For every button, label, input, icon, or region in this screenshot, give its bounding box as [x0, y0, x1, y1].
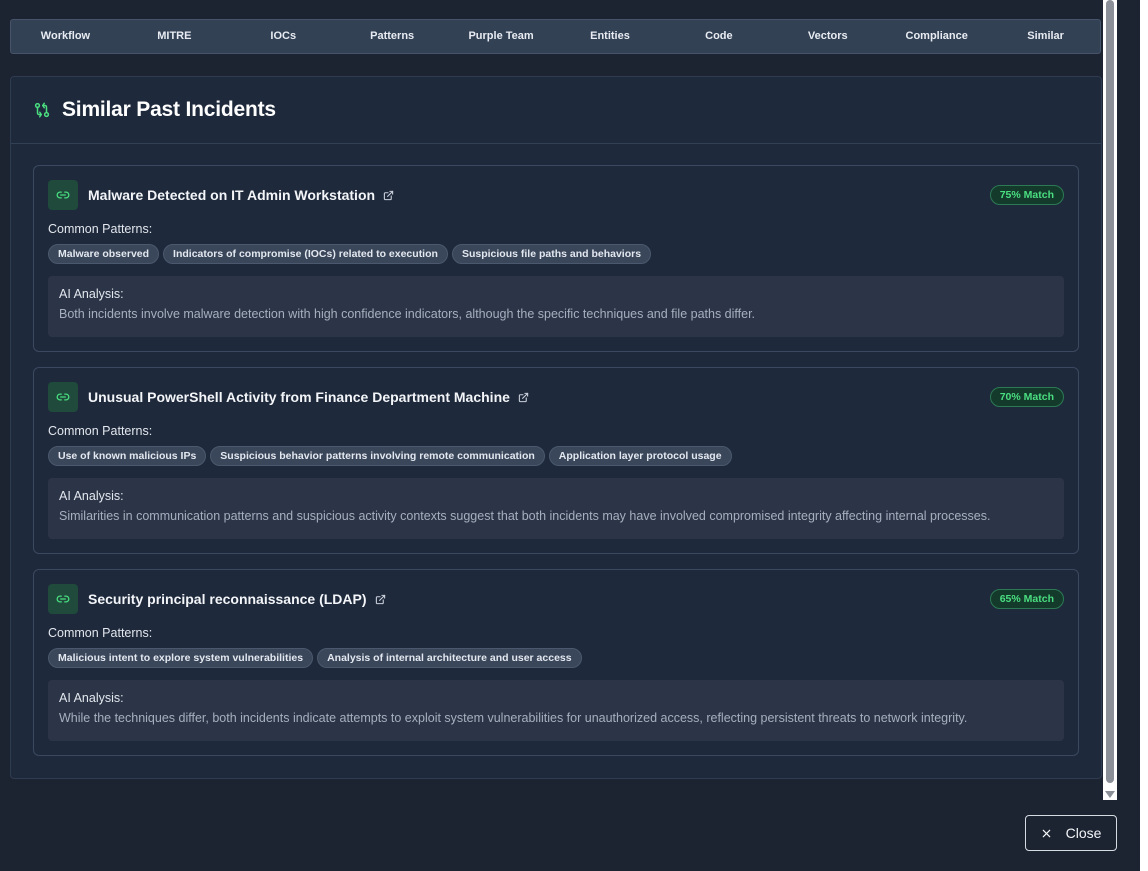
common-patterns-label: Common Patterns: — [48, 222, 153, 236]
tab-entities[interactable]: Entities — [556, 19, 665, 54]
pattern-tags: Malicious intent to explore system vulne… — [48, 648, 582, 668]
incident-card: Security principal reconnaissance (LDAP)… — [33, 569, 1079, 756]
panel-title: Similar Past Incidents — [62, 98, 276, 121]
ai-analysis-text: Both incidents involve malware detection… — [59, 307, 756, 321]
pattern-tag: Application layer protocol usage — [548, 446, 732, 466]
tab-similar[interactable]: Similar — [991, 19, 1100, 54]
incident-card: Malware Detected on IT Admin Workstation… — [33, 165, 1079, 352]
common-patterns-label: Common Patterns: — [48, 626, 153, 640]
external-link-icon[interactable] — [518, 392, 529, 403]
scrollbar-thumb[interactable] — [1106, 0, 1114, 783]
git-compare-icon — [33, 101, 51, 119]
pattern-tag: Suspicious behavior patterns involving r… — [210, 446, 545, 466]
tab-bar: Workflow MITRE IOCs Patterns Purple Team… — [10, 19, 1101, 54]
close-button[interactable]: Close — [1025, 815, 1117, 851]
tab-workflow[interactable]: Workflow — [11, 19, 120, 54]
tab-code[interactable]: Code — [664, 19, 773, 54]
pattern-tag: Suspicious file paths and behaviors — [451, 244, 652, 264]
incident-card: Unusual PowerShell Activity from Finance… — [33, 367, 1079, 554]
incident-title[interactable]: Security principal reconnaissance (LDAP) — [88, 591, 367, 607]
ai-analysis-label: AI Analysis: — [59, 691, 124, 705]
ai-analysis-text: While the techniques differ, both incide… — [59, 711, 968, 725]
link-icon — [48, 180, 78, 210]
pattern-tags: Use of known malicious IPs Suspicious be… — [48, 446, 732, 466]
window-edge — [1140, 0, 1148, 871]
ai-analysis-label: AI Analysis: — [59, 489, 124, 503]
pattern-tag: Malicious intent to explore system vulne… — [48, 648, 314, 668]
link-icon — [48, 382, 78, 412]
ai-analysis-label: AI Analysis: — [59, 287, 124, 301]
match-badge: 75% Match — [989, 185, 1064, 205]
pattern-tag: Use of known malicious IPs — [48, 446, 207, 466]
incident-title[interactable]: Unusual PowerShell Activity from Finance… — [88, 389, 510, 405]
external-link-icon[interactable] — [383, 190, 394, 201]
tab-iocs[interactable]: IOCs — [229, 19, 338, 54]
scrollbar[interactable] — [1103, 0, 1117, 800]
tab-mitre[interactable]: MITRE — [120, 19, 229, 54]
common-patterns-label: Common Patterns: — [48, 424, 153, 438]
pattern-tag: Malware observed — [48, 244, 160, 264]
ai-analysis-text: Similarities in communication patterns a… — [59, 509, 991, 523]
link-icon — [48, 584, 78, 614]
match-badge: 65% Match — [989, 589, 1064, 609]
tab-purple-team[interactable]: Purple Team — [447, 19, 556, 54]
ai-analysis: AI Analysis: Similarities in communicati… — [48, 478, 1064, 539]
pattern-tag: Indicators of compromise (IOCs) related … — [163, 244, 448, 264]
external-link-icon[interactable] — [375, 594, 386, 605]
ai-analysis: AI Analysis: Both incidents involve malw… — [48, 276, 1064, 337]
pattern-tag: Analysis of internal architecture and us… — [317, 648, 582, 668]
pattern-tags: Malware observed Indicators of compromis… — [48, 244, 652, 264]
close-icon — [1041, 828, 1052, 839]
ai-analysis: AI Analysis: While the techniques differ… — [48, 680, 1064, 741]
tab-compliance[interactable]: Compliance — [882, 19, 991, 54]
similar-incidents-panel: Similar Past Incidents Malware Detected … — [10, 76, 1102, 779]
scroll-down-arrow-icon[interactable] — [1105, 791, 1115, 798]
panel-header: Similar Past Incidents — [11, 77, 1101, 144]
tab-patterns[interactable]: Patterns — [338, 19, 447, 54]
tab-vectors[interactable]: Vectors — [773, 19, 882, 54]
incident-title[interactable]: Malware Detected on IT Admin Workstation — [88, 187, 375, 203]
match-badge: 70% Match — [989, 387, 1064, 407]
close-button-label: Close — [1065, 825, 1102, 841]
